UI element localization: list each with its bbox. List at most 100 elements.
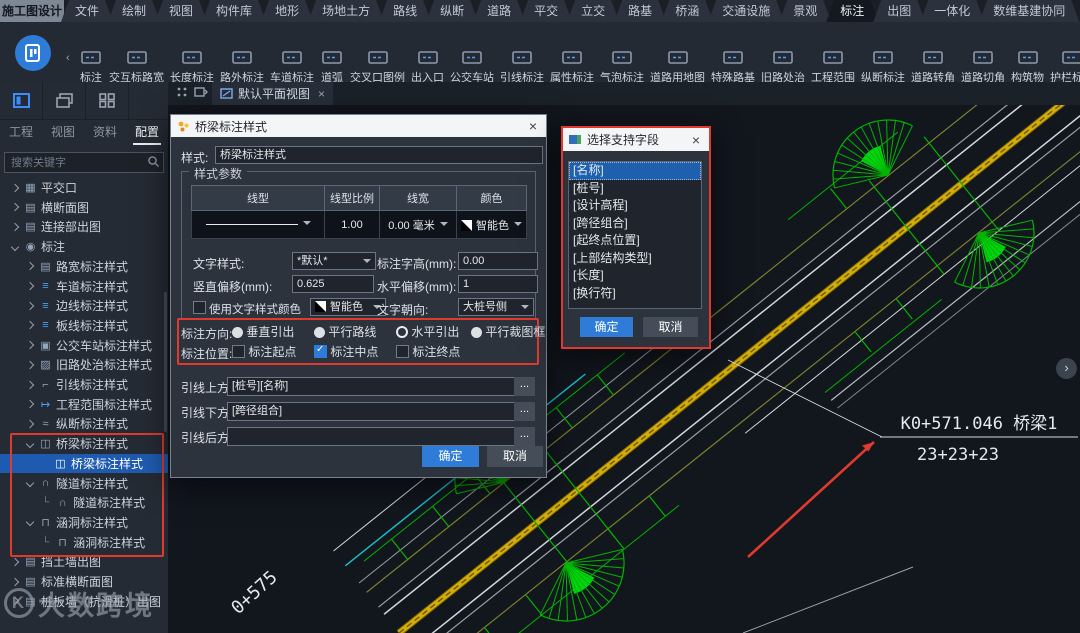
sidebar-tab[interactable]: 资料	[84, 119, 126, 146]
special-subgrade-button[interactable]: 特殊路基	[708, 47, 758, 87]
tree-item[interactable]: ◫ 桥梁标注样式	[0, 453, 168, 473]
direction-radio-option[interactable]: 垂直引出	[232, 323, 294, 340]
intersection-legend-button[interactable]: 交叉口图例	[347, 47, 408, 87]
checkbox-icon[interactable]	[396, 345, 409, 358]
bubble-label-button[interactable]: 气泡标注	[597, 47, 647, 87]
sidebar-tab[interactable]: 配置	[126, 119, 168, 146]
chevron-right-icon[interactable]	[25, 360, 35, 370]
more-fields-button[interactable]: ...	[514, 377, 535, 396]
menu-tab[interactable]: 绘制	[108, 0, 160, 22]
tree-item[interactable]: ≡ 边线标注样式	[0, 296, 168, 315]
tree-item[interactable]: ▨ 旧路处治标注样式	[0, 355, 168, 374]
chevron-down-icon[interactable]	[25, 439, 35, 448]
ok-button[interactable]: 确定	[422, 446, 479, 467]
linetype-dropdown[interactable]	[191, 210, 325, 239]
chevron-right-icon[interactable]	[25, 281, 35, 291]
leader-text-input[interactable]: [桩号][名称]	[227, 377, 517, 396]
dots-grid-icon[interactable]	[176, 86, 188, 101]
menu-tab[interactable]: 景观	[779, 0, 831, 22]
close-field-dialog-icon[interactable]: ×	[689, 132, 703, 148]
sidebar-tab[interactable]: 工程	[0, 119, 42, 146]
checkbox-icon[interactable]	[232, 345, 245, 358]
menu-tab[interactable]: 构件库	[202, 0, 266, 22]
radio-icon[interactable]	[314, 327, 325, 338]
menu-tab[interactable]: 纵断	[426, 0, 478, 22]
direction-radio-option[interactable]: 水平引出	[396, 323, 459, 340]
leader-label-button[interactable]: 引线标注	[497, 47, 547, 87]
guardrail-label-button[interactable]: 护栏标注	[1047, 47, 1080, 87]
menu-tab[interactable]: 路线	[379, 0, 431, 22]
close-tab-icon[interactable]: ×	[318, 87, 325, 101]
direction-radio-option[interactable]: 平行路线	[314, 323, 376, 340]
use-text-style-color-checkbox[interactable]	[193, 301, 206, 314]
road-landuse-button[interactable]: 道路用地图	[647, 47, 708, 87]
chevron-down-icon[interactable]	[25, 478, 35, 488]
tree-item[interactable]: ⌐ 引线标注样式	[0, 375, 168, 394]
tree-item[interactable]: ◫ 桥梁标注样式	[0, 434, 168, 453]
tree-scrollbar[interactable]	[164, 292, 167, 432]
smart-color-combo[interactable]: 智能色	[310, 298, 386, 316]
chevron-right-icon[interactable]	[10, 557, 20, 567]
road-corner-button[interactable]: 道路转角	[908, 47, 958, 87]
profile-label-button[interactable]: 纵断标注	[858, 47, 908, 87]
chevron-right-icon[interactable]	[25, 380, 35, 389]
tree-item[interactable]: ◉ 标注	[0, 237, 168, 256]
field-list-item[interactable]: [桩号]	[569, 180, 701, 198]
chevron-right-icon[interactable]	[25, 262, 35, 271]
dimension-button[interactable]: 标注	[76, 47, 106, 87]
field-list-item[interactable]: [起终点位置]	[569, 232, 701, 250]
leader-text-input[interactable]	[227, 427, 517, 446]
document-tab-default-plan-view[interactable]: 默认平面视图 ×	[212, 82, 334, 105]
offroad-label-button[interactable]: 路外标注	[217, 47, 267, 87]
tree-item[interactable]: ≡ 车道标注样式	[0, 277, 168, 296]
menu-tab[interactable]: 出图	[873, 0, 925, 22]
radio-selected-icon[interactable]	[396, 326, 408, 338]
menu-tab[interactable]: 地形	[261, 0, 313, 22]
checkbox-checked-icon[interactable]	[314, 344, 327, 358]
tree-item[interactable]: ∩ 隧道标注样式	[0, 474, 168, 493]
tree-item[interactable]: └ ∩ 隧道标注样式	[0, 493, 168, 512]
structure-button[interactable]: 构筑物	[1008, 47, 1047, 87]
menu-tab[interactable]: 道路	[473, 0, 525, 22]
more-fields-button[interactable]: ...	[514, 402, 535, 421]
chevron-right-icon[interactable]	[25, 340, 35, 350]
app-logo-icon[interactable]	[15, 35, 51, 71]
cascade-layout-icon[interactable]	[43, 82, 86, 119]
tree-item[interactable]: ≡ 板线标注样式	[0, 316, 168, 335]
menu-tab[interactable]: 视图	[155, 0, 207, 22]
menu-tab[interactable]: 桥涵	[661, 0, 713, 22]
linetype-scale-input[interactable]: 1.00	[324, 210, 380, 239]
chevron-down-icon[interactable]	[10, 242, 20, 251]
chevron-down-icon[interactable]	[25, 518, 35, 527]
length-label-button[interactable]: 长度标注	[167, 47, 217, 87]
text-orient-combo[interactable]: 大桩号侧	[458, 298, 534, 316]
old-road-treatment-button[interactable]: 旧路处治	[758, 47, 808, 87]
radio-icon[interactable]	[232, 327, 243, 338]
close-dialog-icon[interactable]: ×	[526, 118, 540, 134]
tree-item[interactable]: ▤ 连接部出图	[0, 217, 168, 236]
field-list-item[interactable]: [长度]	[569, 267, 701, 285]
field-list-item[interactable]: [换行符]	[569, 285, 701, 303]
menu-tab[interactable]: 数维基建协同	[979, 0, 1079, 22]
tree-item[interactable]: ↦ 工程范围标注样式	[0, 395, 168, 414]
chevron-right-icon[interactable]	[10, 202, 20, 212]
chevron-right-icon[interactable]	[10, 222, 20, 232]
text-height-input[interactable]: 0.00	[458, 252, 538, 270]
ribbon-collapse-icon[interactable]: ‹	[66, 52, 76, 64]
tree-item[interactable]: ▤ 路宽标注样式	[0, 257, 168, 276]
tree-item[interactable]: ≈ 纵断标注样式	[0, 414, 168, 433]
menu-tab[interactable]: 文件	[61, 0, 113, 22]
chevron-right-icon[interactable]	[25, 419, 35, 429]
chevron-right-icon[interactable]	[25, 399, 35, 409]
next-page-button[interactable]: ›	[1056, 358, 1077, 379]
lane-label-button[interactable]: 车道标注	[267, 47, 317, 87]
bus-station-button[interactable]: 公交车站	[447, 47, 497, 87]
position-checkbox-option[interactable]: 标注起点	[232, 343, 296, 360]
search-icon[interactable]	[147, 155, 160, 171]
tree-item[interactable]: ▣ 公交车站标注样式	[0, 336, 168, 355]
road-chamfer-button[interactable]: 道路切角	[958, 47, 1008, 87]
tree-item[interactable]: ⊓ 涵洞标注样式	[0, 513, 168, 532]
chevron-right-icon[interactable]	[25, 301, 35, 310]
menu-tab[interactable]: 场地土方	[308, 0, 384, 22]
text-style-combo[interactable]: *默认*	[292, 252, 376, 270]
